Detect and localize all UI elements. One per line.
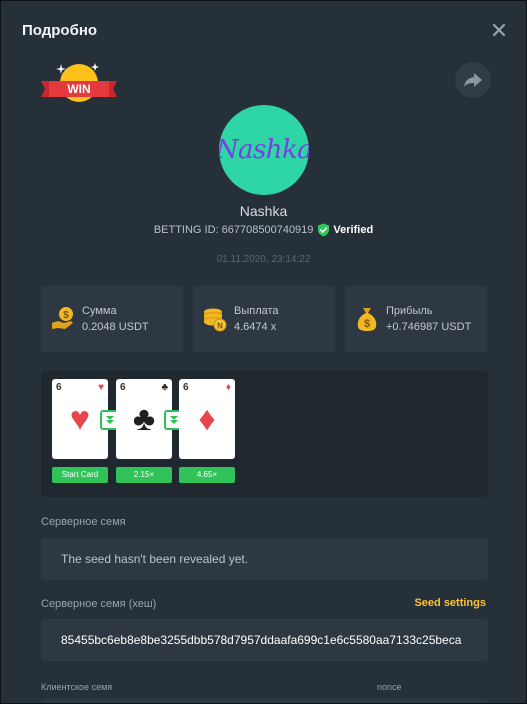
modal-title: Подробно [22,22,98,39]
stat-amount-value: 0.2048 USDT [82,321,149,333]
card-multiplier-label: 2.15× [116,467,172,483]
money-bag-icon: $ [357,308,377,331]
seed-settings-link[interactable]: Seed settings [414,597,486,609]
svg-text:$: $ [63,310,69,321]
card-rank: 6 [56,382,62,393]
stat-profit-label: Прибыль [386,305,433,317]
server-seed-hash-label: Серверное семя (хеш) [41,598,157,610]
stat-profit: $ Прибыль +0.746987 USDT [345,286,487,352]
stat-payout-value: 4.6474 x [234,321,277,333]
username: Nashka [239,203,288,219]
card-multiplier-label: Start Card [52,467,108,483]
server-seed-field: The seed hasn't been revealed yet. [41,538,488,580]
stat-payout-label: Выплата [234,305,279,317]
playing-card: 6 ♦ ♦ [179,379,235,459]
win-badge: WIN [39,59,119,107]
share-button[interactable] [455,62,491,98]
diamonds-icon: ♦ [198,400,216,438]
stat-amount: $ Сумма 0.2048 USDT [41,286,183,352]
server-seed-hash-field[interactable]: 85455bc6eb8e8be3255dbb578d7957ddaafa699c… [41,619,488,661]
card-multiplier-label: 4.65× [179,467,235,483]
svg-text:N: N [217,322,223,331]
betting-id-row: BETTING ID: 667708500740919 Verified [1,223,526,237]
close-icon [492,23,506,37]
modal-header: Подробно [1,1,526,59]
avatar: Nashka [219,105,309,195]
card-rank: 6 [183,382,189,393]
card-rank: 6 [120,382,126,393]
shield-check-icon [318,223,330,237]
verified-badge: Verified [317,223,373,237]
stat-payout: N Выплата 4.6474 x [193,286,335,352]
client-seed-label: Клиентское семя [41,682,113,692]
chevron-down-icon [106,416,114,424]
betting-id: BETTING ID: 667708500740919 [153,224,314,236]
avatar-text: Nashka [219,135,309,165]
game-history-panel: 6 ♥ ♥ 6 ♣ ♣ 6 ♦ ♦ Start Card 2.15× 4.65× [41,371,488,497]
coins-stack-icon: N [204,308,227,332]
clubs-icon: ♣ [161,382,168,393]
diamonds-icon: ♦ [225,382,231,393]
bet-details-modal: Подробно WIN Nashka Nashka BETTING ID: 6… [0,0,527,704]
nonce-label: nonce [377,682,402,692]
bet-timestamp: 01.11.2020, 23:14:22 [216,254,311,265]
money-hand-icon: $ [52,307,73,329]
stat-profit-value: +0.746987 USDT [386,321,472,333]
win-badge-text: WIN [67,82,91,96]
share-arrow-icon [464,73,482,87]
verified-label: Verified [333,224,374,236]
svg-text:$: $ [364,318,370,330]
hearts-icon: ♥ [98,382,104,393]
client-seed-field[interactable] [41,699,488,703]
close-button[interactable] [490,21,508,39]
server-seed-label: Серверное семя [41,516,126,528]
stat-amount-label: Сумма [82,305,117,317]
